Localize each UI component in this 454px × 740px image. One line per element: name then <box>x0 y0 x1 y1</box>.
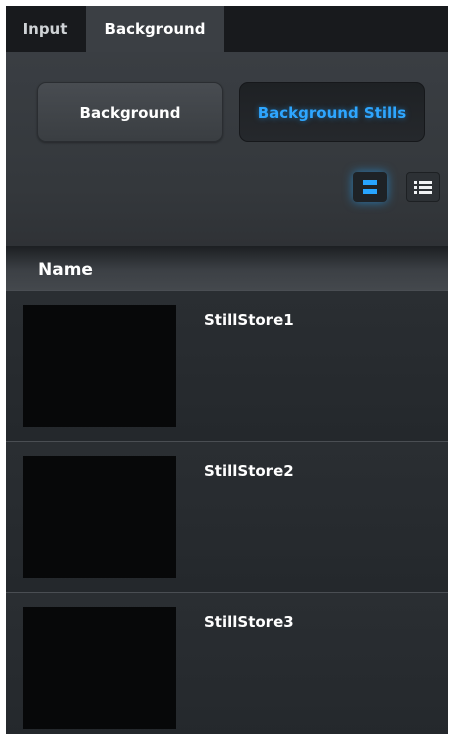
background-stills-mode-button[interactable]: Background Stills <box>239 82 425 142</box>
still-thumbnail <box>23 456 176 578</box>
thumbnail-view-button[interactable] <box>353 172 387 202</box>
list-item[interactable]: StillStore2 <box>6 441 448 592</box>
list-view-button[interactable] <box>406 172 440 202</box>
name-column-header[interactable]: Name <box>6 246 448 290</box>
tab-bar: Input Background <box>6 6 448 52</box>
still-thumbnail <box>23 607 176 729</box>
list-item[interactable]: StillStore3 <box>6 592 448 734</box>
mode-panel: Background Background Stills <box>6 52 448 246</box>
tab-background[interactable]: Background <box>86 6 224 52</box>
background-mode-button[interactable]: Background <box>37 82 223 142</box>
list-item-label: StillStore1 <box>204 311 294 329</box>
list-view-icon <box>414 181 432 194</box>
app-frame: Input Background Background Background S… <box>6 6 448 734</box>
column-header-label: Name <box>38 260 93 280</box>
still-thumbnail <box>23 305 176 427</box>
thumbnail-view-icon <box>363 180 377 194</box>
tab-input[interactable]: Input <box>6 6 84 52</box>
list-item-label: StillStore2 <box>204 462 294 480</box>
list-item-label: StillStore3 <box>204 613 294 631</box>
list-item[interactable]: StillStore1 <box>6 290 448 441</box>
